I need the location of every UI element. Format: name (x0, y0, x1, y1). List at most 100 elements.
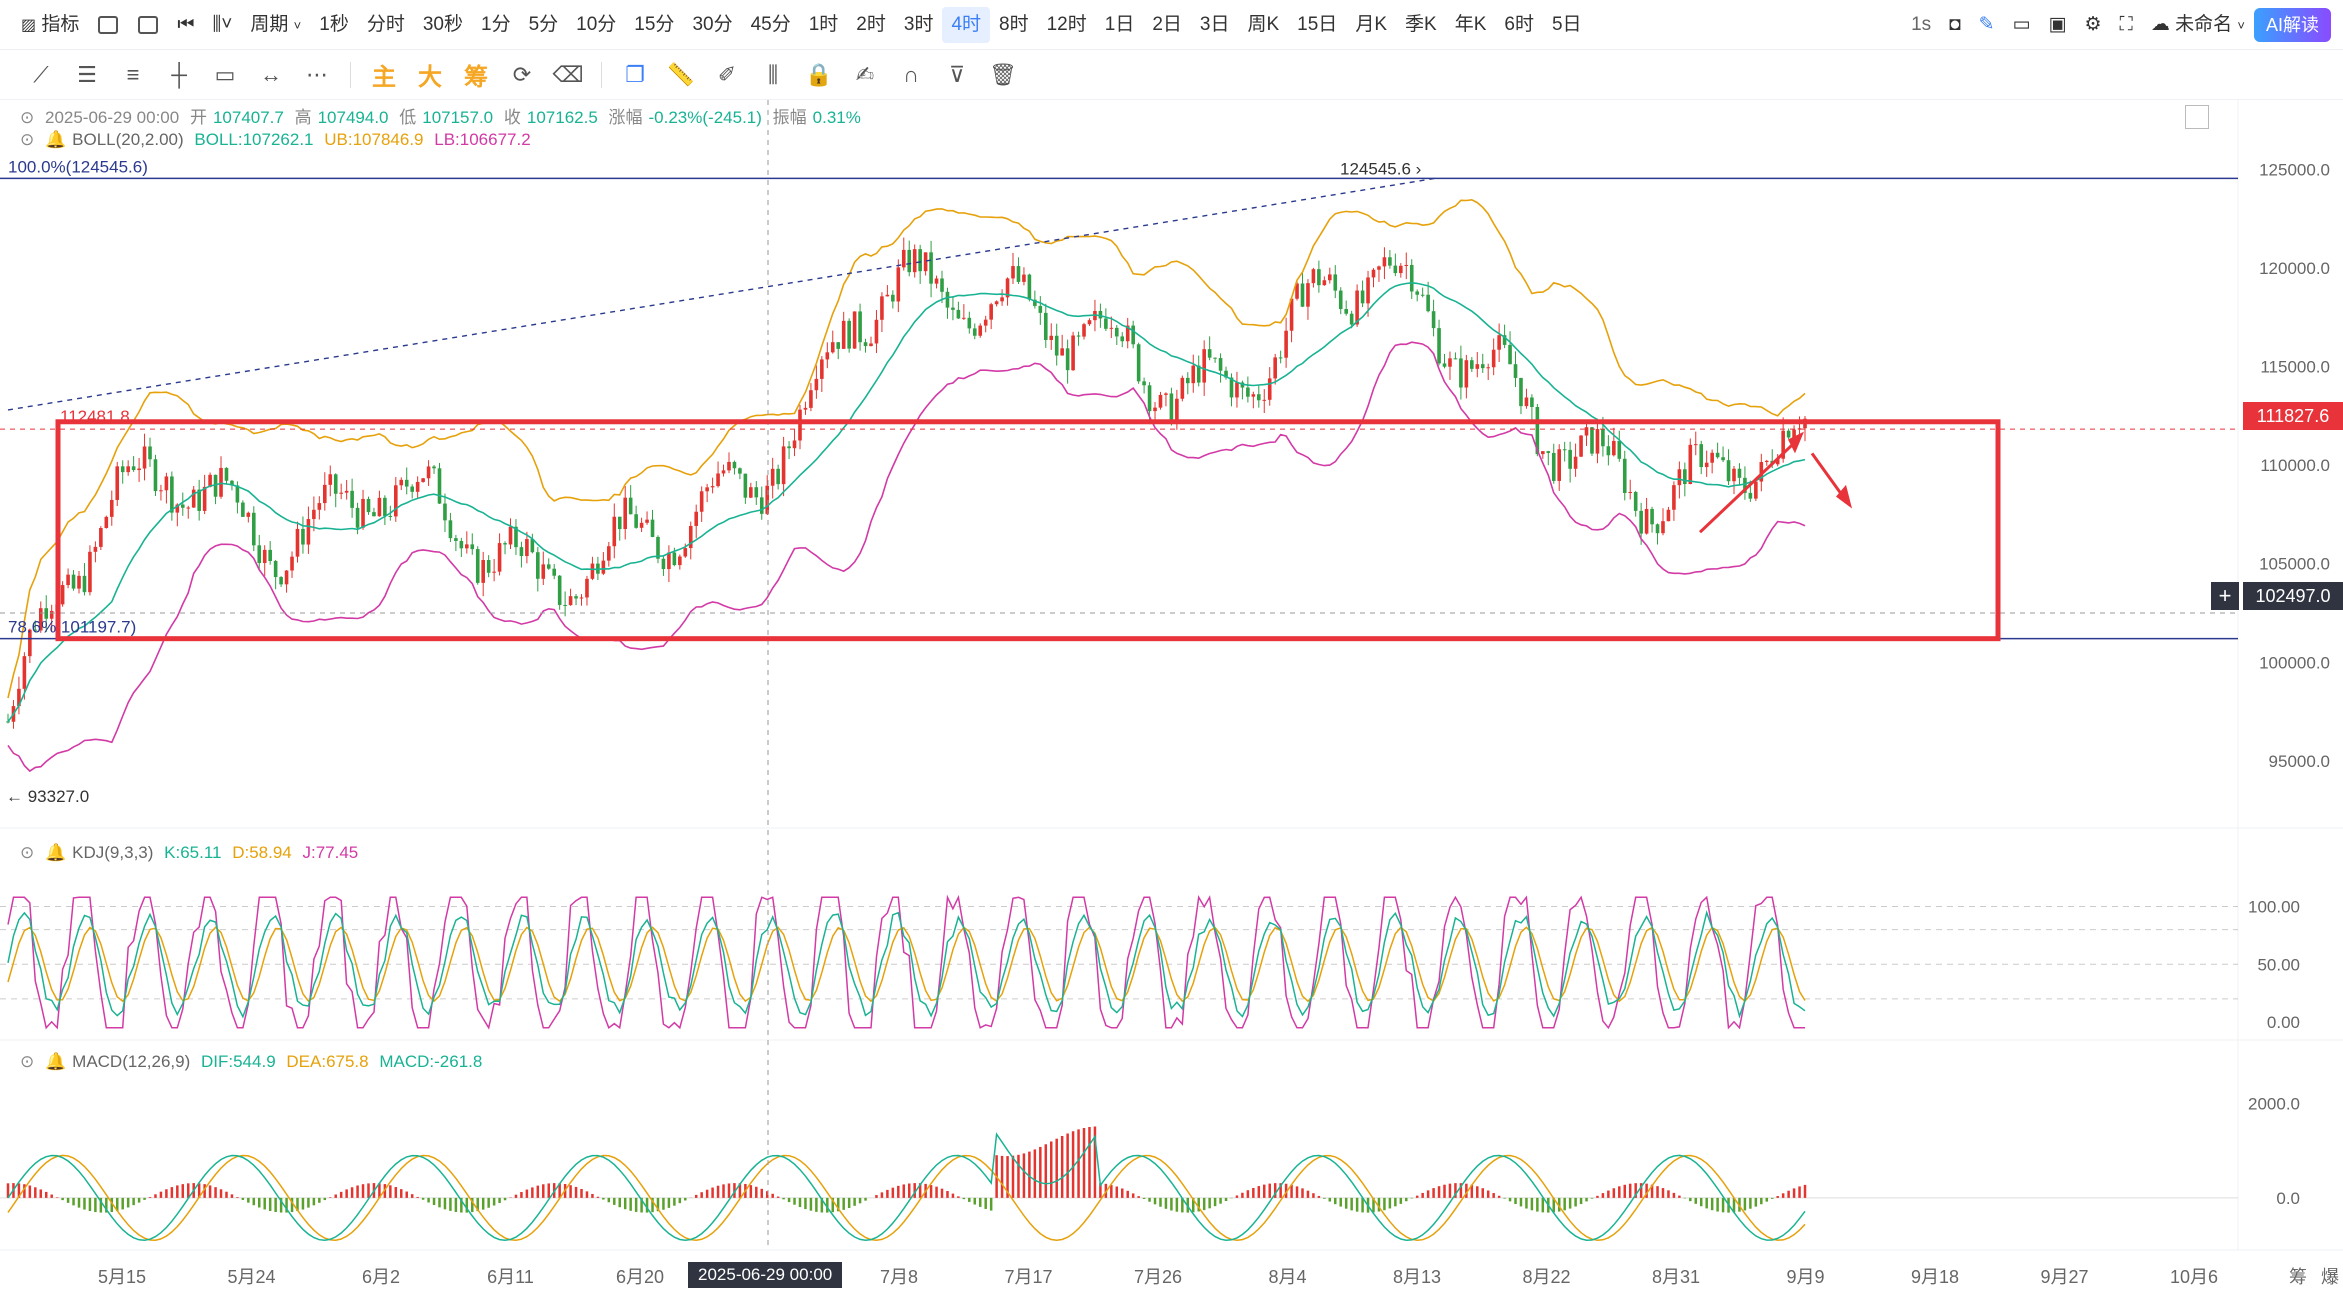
candle-body (1710, 452, 1714, 463)
candles-icon[interactable]: ⫼ (758, 60, 788, 90)
note-icon[interactable]: ✍ (850, 60, 880, 90)
chart-type-icon[interactable]: ⫼˅ (204, 7, 242, 43)
candle-body (628, 497, 633, 515)
candle-body (1519, 377, 1523, 407)
candle-body (66, 574, 70, 586)
candle-body (639, 522, 644, 528)
candle-body (1404, 264, 1409, 266)
candle-body (1109, 327, 1114, 329)
period-10[interactable]: 2时 (847, 7, 895, 43)
candle-body (339, 492, 343, 494)
image-icon[interactable]: ▣ (2040, 7, 2076, 43)
layout-icon[interactable] (138, 15, 159, 34)
cloud-save-button[interactable]: ☁ 未命名 ˅ (2142, 7, 2254, 43)
pen-icon[interactable]: ✎ (1970, 7, 2004, 43)
gear-icon[interactable]: ⚙ (2075, 7, 2110, 43)
horizontal-line-icon[interactable]: ┼ (164, 60, 194, 90)
time-tick: 8月13 (1393, 1267, 1441, 1287)
candle-body (1704, 462, 1709, 468)
candle-body (1142, 381, 1146, 386)
period-dropdown[interactable]: 周期 ˅ (241, 7, 310, 43)
period-4[interactable]: 5分 (520, 7, 568, 43)
main-force-button[interactable]: 主 (369, 60, 399, 91)
price-chart[interactable]: 100.0%(124545.6) 78.6% 101197.7) 124545.6 … (0, 100, 2343, 1296)
period-8[interactable]: 45分 (742, 7, 800, 43)
period-18[interactable]: 周K (1238, 7, 1288, 43)
candle-body (956, 309, 961, 319)
candle-body (770, 468, 775, 486)
candle-body (77, 575, 81, 589)
period-20[interactable]: 月K (1346, 7, 1396, 43)
brush-icon[interactable]: ✐ (712, 60, 742, 90)
chip-button[interactable]: 筹 (461, 60, 491, 91)
period-6[interactable]: 15分 (625, 7, 683, 43)
candle-body (1136, 344, 1141, 382)
magnet-icon[interactable]: ∩ (896, 60, 926, 90)
candle-body (415, 481, 420, 492)
candle-body (1420, 294, 1425, 296)
period-2[interactable]: 30秒 (414, 7, 472, 43)
candle-body (803, 407, 808, 410)
camera-icon[interactable]: ◘ (1940, 7, 1969, 43)
expand-panel-icon[interactable] (2185, 105, 2209, 129)
candle-body (1317, 269, 1321, 286)
more-tools-icon[interactable]: ⋯ (302, 60, 332, 90)
price-range-icon[interactable]: ↔ (256, 60, 286, 90)
period-13[interactable]: 8时 (990, 7, 1038, 43)
candle-body (82, 575, 87, 593)
candle-body (159, 490, 163, 492)
period-16[interactable]: 2日 (1143, 7, 1191, 43)
candle-body (1000, 297, 1004, 302)
sync-icon[interactable]: ⟳ (507, 60, 537, 90)
comment-icon[interactable]: ▭ (2004, 7, 2040, 43)
period-14[interactable]: 12时 (1038, 7, 1096, 43)
horizontal-ray-icon[interactable]: ☰ (72, 60, 102, 90)
trend-line-icon[interactable]: ⟋ (26, 60, 56, 90)
ruler-icon[interactable]: 📏 (666, 60, 696, 90)
lock-icon[interactable]: 🔒 (804, 60, 834, 90)
period-12[interactable]: 4时 (942, 6, 991, 43)
copy-icon[interactable]: ❐ (620, 60, 650, 90)
period-5[interactable]: 10分 (567, 7, 625, 43)
add-alert-button[interactable]: + (2211, 582, 2239, 610)
period-22[interactable]: 年K (1446, 7, 1496, 43)
period-15[interactable]: 1日 (1096, 7, 1144, 43)
macd-tick: 0.0 (2276, 1189, 2300, 1208)
candle-body (667, 552, 671, 570)
period-3[interactable]: 1分 (472, 7, 520, 43)
fullscreen-icon[interactable]: ⛶ (2111, 7, 2142, 43)
big-order-button[interactable]: 大 (415, 60, 445, 91)
indicator-button[interactable]: ▨ 指标 (12, 7, 88, 43)
interval-label[interactable]: 1s (1902, 7, 1940, 43)
period-0[interactable]: 1秒 (310, 7, 358, 43)
trash-icon[interactable]: 🗑 (988, 60, 1018, 90)
calendar-icon[interactable] (98, 15, 119, 34)
candle-body (1022, 274, 1026, 282)
candle-body (923, 252, 928, 272)
eraser-icon[interactable]: ⌫ (552, 60, 583, 90)
candle-body (1098, 310, 1103, 319)
period-1[interactable]: 分时 (358, 7, 414, 43)
period-9[interactable]: 1时 (800, 7, 848, 43)
period-19[interactable]: 15日 (1288, 7, 1346, 43)
candle-body (301, 528, 305, 545)
candle-body (716, 473, 720, 487)
rectangle-icon[interactable]: ▭ (210, 60, 240, 90)
replay-icon[interactable]: ⏮ (168, 7, 203, 43)
candle-body (552, 568, 557, 576)
period-24[interactable]: 5日 (1543, 7, 1591, 43)
period-21[interactable]: 季K (1396, 7, 1446, 43)
candle-body (1049, 335, 1054, 340)
kdj-tick: 100.00 (2248, 898, 2300, 917)
candle-body (219, 467, 223, 497)
period-11[interactable]: 3时 (895, 7, 943, 43)
parallel-channel-icon[interactable]: ≡ (118, 60, 148, 90)
candle-body (1541, 451, 1545, 455)
period-23[interactable]: 6时 (1495, 7, 1543, 43)
period-7[interactable]: 30分 (683, 7, 741, 43)
ai-interpret-button[interactable]: AI解读 (2253, 8, 2331, 42)
candle-body (120, 466, 125, 473)
filter-icon[interactable]: ⊽ (942, 60, 972, 90)
period-17[interactable]: 3日 (1191, 7, 1239, 43)
corner-label: 爆 (2321, 1267, 2339, 1287)
